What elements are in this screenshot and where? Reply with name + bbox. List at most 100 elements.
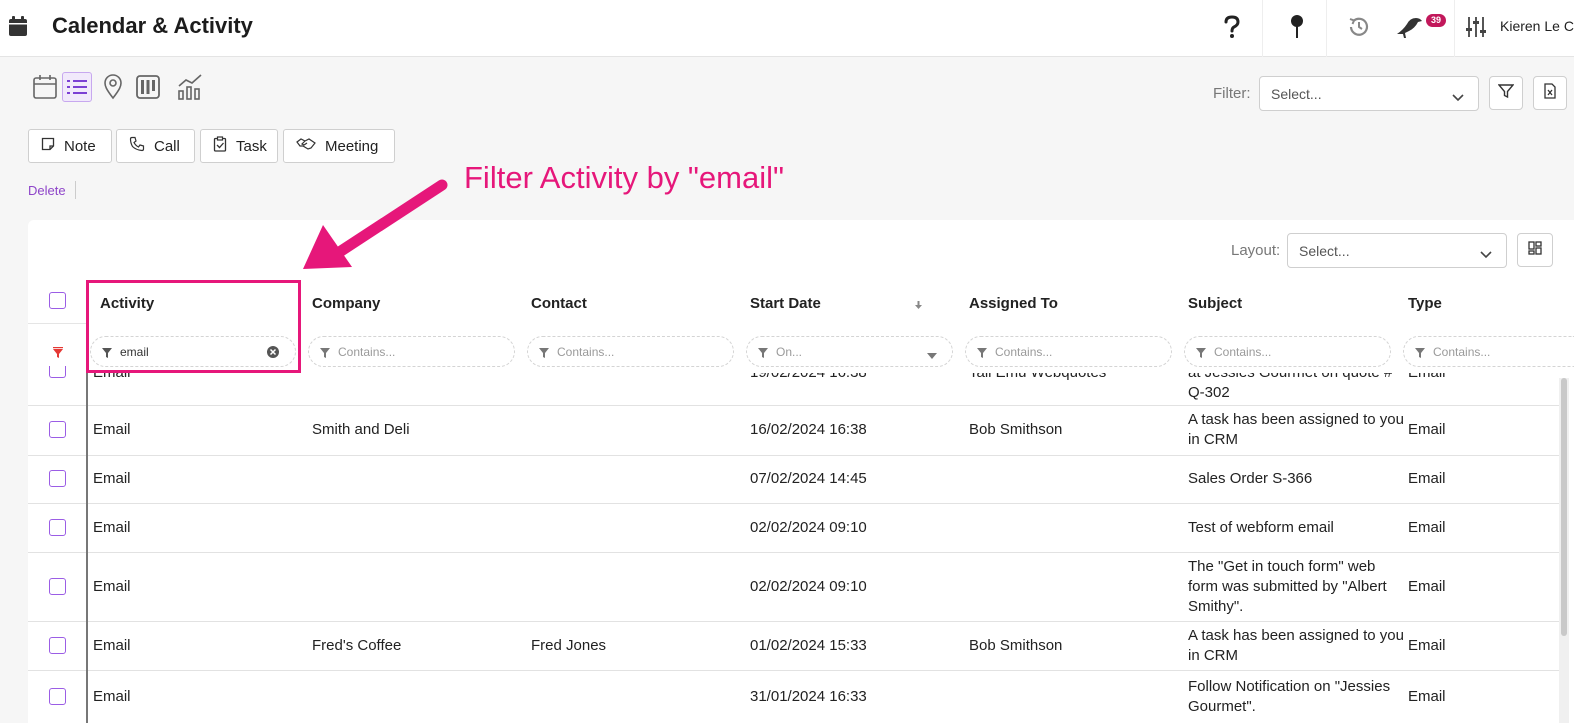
funnel-icon xyxy=(1196,347,1206,361)
map-pin-view-icon[interactable] xyxy=(98,72,128,102)
pin-icon[interactable] xyxy=(1281,11,1313,43)
assigned-to-filter-input[interactable]: Contains... xyxy=(965,336,1172,367)
subject-filter-input[interactable]: Contains... xyxy=(1184,336,1391,367)
note-button-label: Note xyxy=(64,137,96,155)
layout-options-button[interactable] xyxy=(1517,233,1553,267)
cell-activity: Email xyxy=(93,470,131,487)
cell-subject-line: Smithy". xyxy=(1188,597,1244,615)
row-checkbox[interactable] xyxy=(49,636,66,654)
cell-subject-line: Sales Order S-366 xyxy=(1188,470,1313,487)
start-date-filter-input[interactable]: On... xyxy=(746,336,953,367)
row-checkbox[interactable] xyxy=(49,421,66,438)
column-header-company[interactable]: Company xyxy=(312,295,380,312)
cell-activity: Email xyxy=(93,421,131,438)
kanban-view-icon[interactable] xyxy=(133,72,163,102)
divider xyxy=(86,373,88,723)
column-header-assigned-to[interactable]: Assigned To xyxy=(969,295,1058,312)
active-filter-icon xyxy=(52,346,64,364)
caret-down-icon xyxy=(927,348,937,362)
assigned-to-filter-placeholder: Contains... xyxy=(995,345,1053,359)
cell-contact: Fred Jones xyxy=(531,636,607,654)
meeting-button-label: Meeting xyxy=(325,137,379,155)
cell-activity: Email xyxy=(93,577,131,595)
cell-subject-line: in CRM xyxy=(1188,431,1239,448)
contact-filter-input[interactable]: Contains... xyxy=(527,336,734,367)
company-filter-placeholder: Contains... xyxy=(338,345,396,359)
scrollbar-thumb[interactable] xyxy=(1561,378,1567,636)
funnel-icon xyxy=(1497,83,1515,104)
help-icon[interactable] xyxy=(1216,11,1248,43)
row-checkbox[interactable] xyxy=(49,366,66,378)
analytics-view-icon[interactable] xyxy=(175,72,205,102)
user-name[interactable]: Kieren Le C xyxy=(1500,18,1574,34)
cell-type: Email xyxy=(1408,421,1446,438)
funnel-icon xyxy=(1415,347,1425,361)
column-header-contact[interactable]: Contact xyxy=(531,295,587,312)
cell-type: Email xyxy=(1408,470,1446,487)
company-filter-input[interactable]: Contains... xyxy=(308,336,515,367)
task-button-label: Task xyxy=(236,137,267,155)
export-excel-button[interactable] xyxy=(1533,76,1567,110)
excel-file-icon xyxy=(1543,82,1557,104)
funnel-icon xyxy=(758,347,768,361)
start-date-filter-placeholder: On... xyxy=(776,345,803,359)
funnel-icon xyxy=(977,347,987,361)
row-checkbox[interactable] xyxy=(49,577,66,595)
delete-link[interactable]: Delete xyxy=(28,183,66,198)
column-header-start-date[interactable]: Start Date xyxy=(750,295,821,312)
grid-layout-icon xyxy=(1528,240,1542,260)
cell-activity: Email xyxy=(93,687,131,705)
row-checkbox[interactable] xyxy=(49,518,66,536)
list-view-icon[interactable] xyxy=(62,72,92,102)
task-button[interactable]: Task xyxy=(200,129,278,163)
cell-subject-line: in CRM xyxy=(1188,646,1239,664)
note-icon xyxy=(41,137,55,155)
cell-subject-line: Follow Notification on "Jessies xyxy=(1188,677,1391,695)
divider xyxy=(28,323,88,324)
cell-activity: Email xyxy=(93,373,131,383)
cell-start-date: 19/02/2024 16:38 xyxy=(750,373,867,383)
filter-button[interactable] xyxy=(1489,76,1523,110)
filter-label: Filter: xyxy=(1213,85,1251,102)
cell-start-date: 31/01/2024 16:33 xyxy=(750,687,867,705)
cell-type: Email xyxy=(1408,636,1446,654)
sort-descending-icon[interactable] xyxy=(914,297,923,315)
call-button[interactable]: Call xyxy=(116,129,195,163)
phone-icon xyxy=(129,136,145,156)
cell-subject-line: A task has been assigned to you xyxy=(1188,626,1404,644)
cell-type: Email xyxy=(1408,687,1446,705)
handshake-icon xyxy=(296,136,316,156)
column-header-type[interactable]: Type xyxy=(1408,295,1442,312)
calendar-view-icon[interactable] xyxy=(30,72,60,102)
cell-type: Email xyxy=(1408,518,1446,536)
chevron-down-icon xyxy=(1480,246,1492,262)
row-checkbox[interactable] xyxy=(49,470,66,487)
funnel-icon xyxy=(539,347,549,361)
note-button[interactable]: Note xyxy=(28,129,112,163)
history-icon[interactable] xyxy=(1343,11,1375,43)
notification-badge: 39 xyxy=(1426,14,1447,27)
meeting-button[interactable]: Meeting xyxy=(283,129,395,163)
settings-sliders-icon[interactable] xyxy=(1460,11,1492,43)
cell-subject-line: Q-302 xyxy=(1188,384,1230,401)
cell-subject-line: A task has been assigned to you xyxy=(1188,411,1404,428)
cell-assigned-to: Bob Smithson xyxy=(969,636,1063,654)
crow-icon[interactable] xyxy=(1393,11,1425,43)
column-header-subject[interactable]: Subject xyxy=(1188,295,1242,312)
select-all-checkbox[interactable] xyxy=(49,292,66,309)
type-filter-input[interactable]: Contains... xyxy=(1403,336,1574,367)
filter-select-value: Select... xyxy=(1271,86,1322,102)
layout-label: Layout: xyxy=(1231,242,1281,259)
cell-start-date: 01/02/2024 15:33 xyxy=(750,636,867,654)
layout-select-value: Select... xyxy=(1299,243,1350,259)
row-checkbox[interactable] xyxy=(49,687,66,705)
filter-select[interactable]: Select... xyxy=(1259,76,1479,111)
cell-type: Email xyxy=(1408,373,1446,383)
layout-select[interactable]: Select... xyxy=(1287,233,1507,268)
cell-company: Fred's Coffee xyxy=(312,636,402,654)
cell-assigned-to: Bob Smithson xyxy=(969,421,1063,438)
cell-subject-line: at Jessies Gourmet on quote # xyxy=(1188,373,1392,383)
cell-start-date: 07/02/2024 14:45 xyxy=(750,470,867,487)
cell-company: Smith and Deli xyxy=(312,421,410,438)
cell-subject-line: form was submitted by "Albert xyxy=(1188,577,1387,595)
